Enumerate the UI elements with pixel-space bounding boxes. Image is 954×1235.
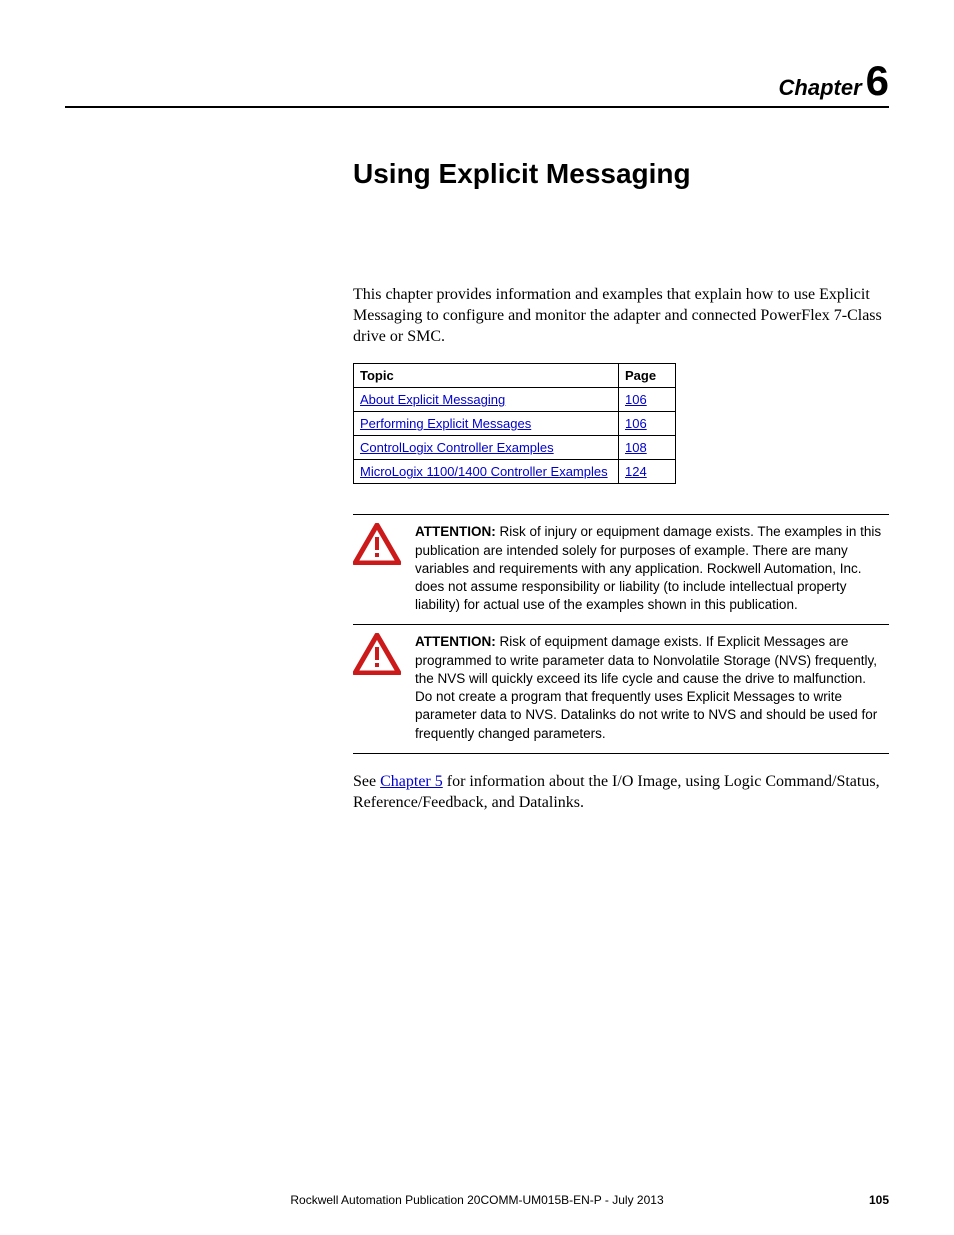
- page-link[interactable]: 106: [625, 416, 647, 431]
- attention-text: ATTENTION: Risk of equipment damage exis…: [411, 631, 889, 746]
- table-row: MicroLogix 1100/1400 Controller Examples…: [354, 460, 676, 484]
- attention-text: ATTENTION: Risk of injury or equipment d…: [411, 521, 889, 618]
- attention-body: Risk of equipment damage exists. If Expl…: [415, 634, 877, 740]
- page-link[interactable]: 124: [625, 464, 647, 479]
- topic-link[interactable]: About Explicit Messaging: [360, 392, 505, 407]
- footer-publication: Rockwell Automation Publication 20COMM-U…: [65, 1193, 889, 1207]
- topic-table: Topic Page About Explicit Messaging 106 …: [353, 363, 676, 484]
- attention-block: ATTENTION: Risk of injury or equipment d…: [353, 514, 889, 753]
- footer-page-number: 105: [869, 1193, 889, 1207]
- th-topic: Topic: [354, 364, 619, 388]
- attention-label: ATTENTION:: [415, 524, 496, 539]
- topic-link[interactable]: ControlLogix Controller Examples: [360, 440, 554, 455]
- table-row: Performing Explicit Messages 106: [354, 412, 676, 436]
- see-paragraph: See Chapter 5 for information about the …: [353, 772, 889, 814]
- chapter-number: 6: [866, 57, 889, 104]
- chapter-link[interactable]: Chapter 5: [380, 773, 443, 790]
- attention-label: ATTENTION:: [415, 634, 496, 649]
- warning-icon: [353, 521, 411, 618]
- topic-link[interactable]: MicroLogix 1100/1400 Controller Examples: [360, 464, 608, 479]
- intro-paragraph: This chapter provides information and ex…: [353, 285, 889, 347]
- chapter-heading: Chapter6: [65, 60, 889, 102]
- warning-icon: [353, 631, 411, 746]
- topic-link[interactable]: Performing Explicit Messages: [360, 416, 531, 431]
- page-link[interactable]: 106: [625, 392, 647, 407]
- page-title: Using Explicit Messaging: [353, 158, 889, 190]
- chapter-word: Chapter: [779, 75, 862, 100]
- table-row: About Explicit Messaging 106: [354, 388, 676, 412]
- see-pre: See: [353, 773, 380, 790]
- page-link[interactable]: 108: [625, 440, 647, 455]
- page-footer: Rockwell Automation Publication 20COMM-U…: [65, 1193, 889, 1207]
- table-row: ControlLogix Controller Examples 108: [354, 436, 676, 460]
- th-page: Page: [619, 364, 676, 388]
- header-rule: [65, 106, 889, 108]
- table-header-row: Topic Page: [354, 364, 676, 388]
